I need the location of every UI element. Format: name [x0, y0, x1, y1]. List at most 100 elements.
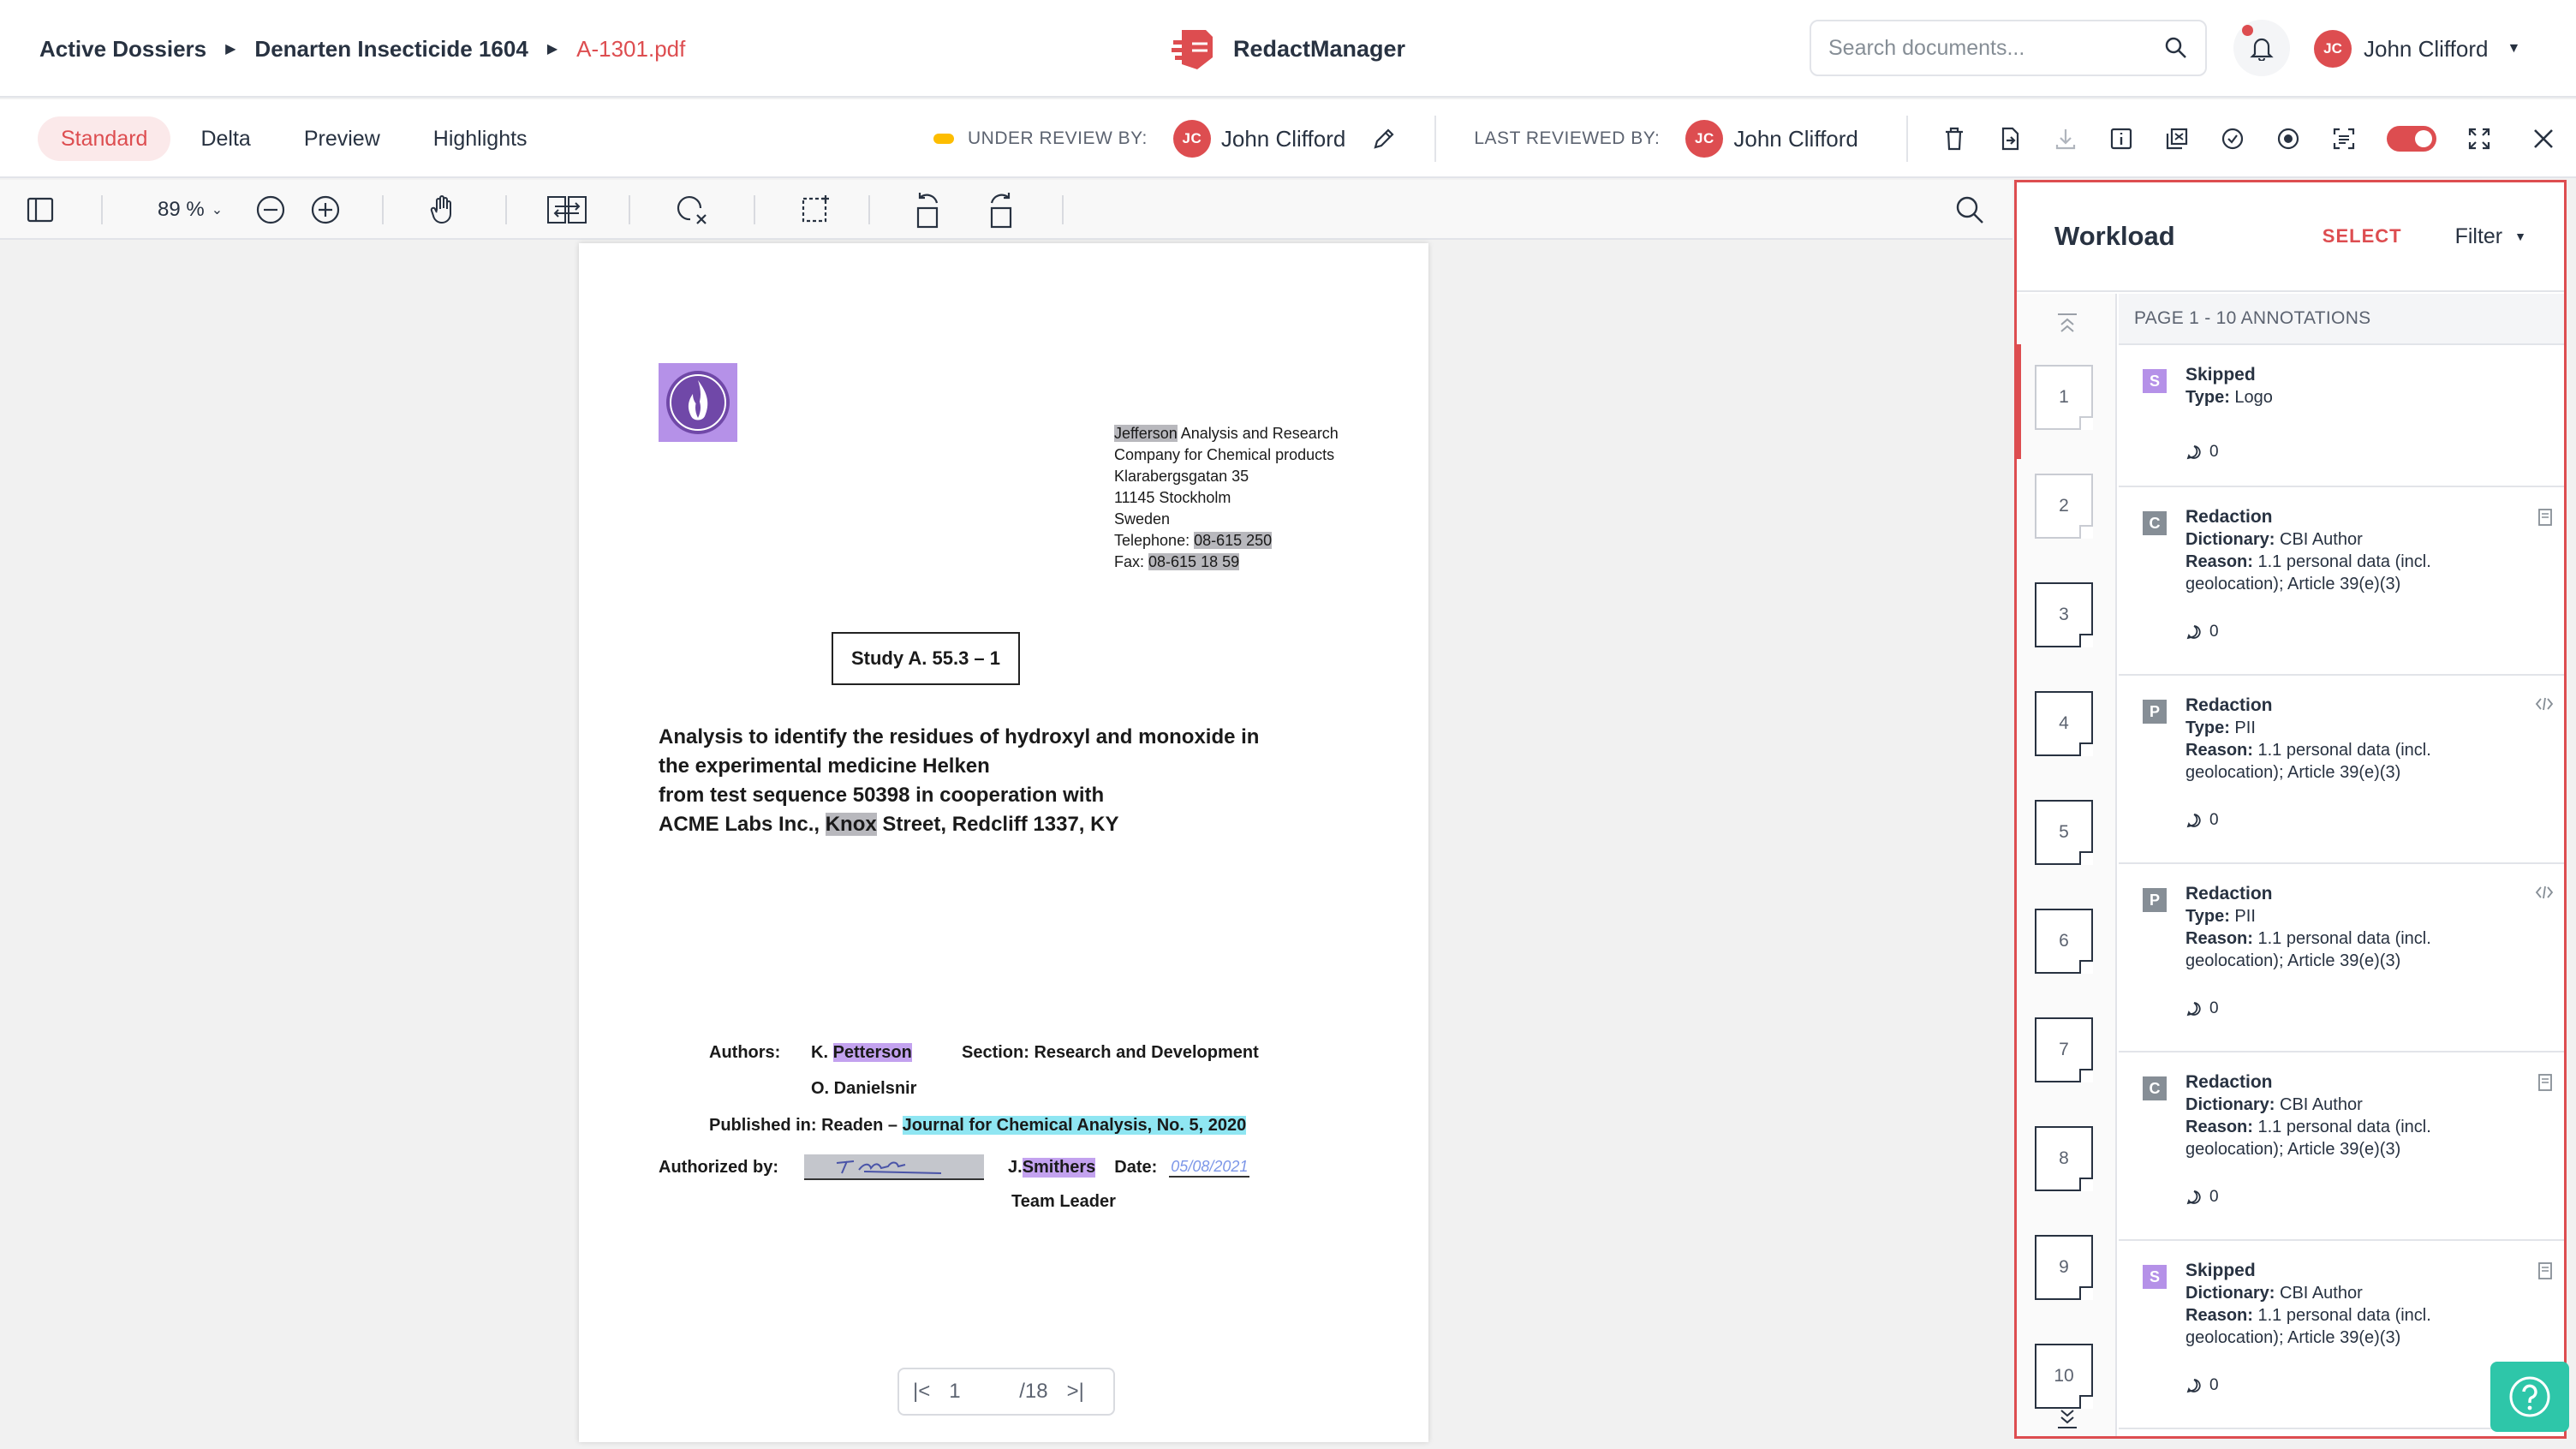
scroll-bottom-icon[interactable] [2054, 1407, 2080, 1433]
notifications-button[interactable] [2233, 20, 2290, 76]
annotation-type-badge: P [2143, 888, 2167, 912]
redaction-telephone[interactable]: 08-615 250 [1194, 532, 1273, 549]
rule-icon[interactable] [2535, 696, 2554, 712]
scroll-top-icon[interactable] [2054, 311, 2080, 337]
page-thumbnail-number: 4 [2059, 713, 2069, 733]
approve-button[interactable] [2215, 121, 2251, 157]
close-button[interactable] [2525, 121, 2561, 157]
page-thumbnail[interactable]: 2 [2035, 474, 2093, 539]
rotate-right-button[interactable] [985, 192, 1016, 229]
tab-highlights[interactable]: Highlights [410, 116, 551, 161]
page-thumbnail[interactable]: 3 [2035, 582, 2093, 647]
comment-icon [2186, 814, 2201, 828]
search-input[interactable]: Search documents... [1810, 20, 2207, 76]
annotation-item[interactable]: P Redaction Type: PII Reason: 1.1 person… [2119, 864, 2564, 1052]
page-thumbnails: 1 2 3 4 5 6 7 8 9 10 [2017, 294, 2117, 1436]
tab-delta[interactable]: Delta [177, 116, 273, 161]
redaction-street-name[interactable]: Knox [825, 813, 877, 836]
flame-logo-icon [666, 371, 730, 434]
zoom-in-button[interactable] [310, 192, 341, 228]
redaction-company-name[interactable]: Jefferson [1114, 425, 1178, 442]
dictionary-icon[interactable] [2537, 1073, 2554, 1092]
comment-count[interactable]: 0 [2185, 623, 2543, 641]
page-thumbnail[interactable]: 7 [2035, 1017, 2093, 1082]
redaction-signature[interactable] [804, 1154, 984, 1180]
page-thumbnail-number: 8 [2059, 1148, 2069, 1168]
annotation-detail: Dictionary: CBI Author [2185, 1282, 2543, 1304]
fullscreen-button[interactable] [2461, 121, 2497, 157]
address-street: Klarabergsgatan 35 [1114, 468, 1249, 485]
last-reviewed-label: LAST REVIEWED BY: [1474, 128, 1661, 148]
search-icon[interactable] [2164, 36, 2188, 60]
page-thumbnail[interactable]: 9 [2035, 1235, 2093, 1300]
page-thumbnail[interactable]: 5 [2035, 800, 2093, 865]
page-thumbnail[interactable]: 10 [2035, 1344, 2093, 1409]
annotation-type-badge: C [2143, 511, 2167, 535]
last-page-icon[interactable]: >| [1067, 1380, 1084, 1404]
annotation-item[interactable]: C Redaction Dictionary: CBI Author Reaso… [2119, 1052, 2564, 1241]
pdf-page[interactable]: Jefferson Analysis and Research Company … [579, 243, 1428, 1442]
zoom-select[interactable]: 89 % ⌄ [158, 192, 223, 228]
breadcrumb-active-dossiers[interactable]: Active Dossiers [39, 36, 206, 63]
redaction-fax[interactable]: 08-615 18 59 [1148, 553, 1240, 570]
skipped-signer-name[interactable]: Smithers [1022, 1157, 1096, 1178]
annotation-type-badge: C [2143, 1076, 2167, 1100]
annotation-item[interactable]: P Redaction Type: PII Reason: 1.1 person… [2119, 676, 2564, 864]
comment-count[interactable]: 0 [2185, 443, 2543, 462]
pan-tool-button[interactable] [428, 192, 459, 228]
tab-standard[interactable]: Standard [38, 116, 171, 161]
download-button[interactable] [2048, 121, 2084, 157]
detail-value: 1.1 personal data (incl. [2252, 552, 2431, 571]
select-button[interactable]: SELECT [2323, 225, 2402, 247]
delete-button[interactable] [1936, 121, 1972, 157]
skipped-author-name[interactable]: Petterson [832, 1043, 912, 1062]
toggle-sidebar-button[interactable] [26, 192, 55, 228]
rectangle-select-button[interactable] [800, 192, 832, 228]
filter-dropdown[interactable]: Filter ▼ [2455, 224, 2526, 249]
help-button[interactable] [2490, 1362, 2569, 1432]
highlight-journal[interactable]: Journal for Chemical Analysis, No. 5, 20… [902, 1116, 1247, 1135]
dictionary-icon[interactable] [2537, 1261, 2554, 1280]
rotate-left-icon [916, 193, 939, 229]
avatar: JC [2314, 30, 2352, 68]
divider [1062, 195, 1064, 224]
rule-icon[interactable] [2535, 885, 2554, 900]
date-value[interactable]: 05/08/2021 [1169, 1158, 1250, 1178]
comment-count[interactable]: 0 [2185, 1188, 2543, 1207]
tab-preview[interactable]: Preview [281, 116, 403, 161]
comment-count[interactable]: 0 [2185, 811, 2543, 830]
page-thumbnail[interactable]: 4 [2035, 691, 2093, 756]
annotation-reason: Reason: 1.1 personal data (incl. [2185, 1116, 2543, 1138]
annotation-list: PAGE 1 - 10 ANNOTATIONS S Skipped Type: … [2119, 294, 2564, 1436]
annotation-item[interactable]: S Skipped Type: Logo 0 [2119, 345, 2564, 487]
page-thumbnail[interactable]: 6 [2035, 909, 2093, 974]
page-fold [2079, 416, 2093, 430]
ocr-button[interactable] [2326, 121, 2362, 157]
page-number-input[interactable]: 1 [949, 1380, 1000, 1404]
document-search-button[interactable] [1954, 192, 1985, 228]
page-thumbnail[interactable]: 1 [2035, 365, 2093, 430]
redactmanager-logo-icon [1172, 30, 1213, 69]
first-page-icon[interactable]: |< [913, 1380, 930, 1404]
document-info-button[interactable] [2103, 121, 2139, 157]
annotation-item[interactable]: C Redaction Dictionary: CBI Author Reaso… [2119, 487, 2564, 676]
redaction-toggle[interactable] [2387, 126, 2436, 152]
export-button[interactable] [1992, 121, 2028, 157]
rotate-left-button[interactable] [913, 192, 944, 229]
annotation-reason-cont: geolocation); Article 39(e)(3) [2185, 951, 2401, 970]
annotation-kind: Skipped [2185, 365, 2256, 385]
compare-button[interactable] [546, 192, 587, 228]
dictionary-icon[interactable] [2537, 508, 2554, 527]
breadcrumb-dossier[interactable]: Denarten Insecticide 1604 [254, 36, 528, 63]
area-search-button[interactable] [675, 192, 709, 228]
pencil-icon[interactable] [1371, 126, 1397, 152]
comment-count[interactable]: 0 [2185, 999, 2543, 1018]
page-thumbnail[interactable]: 8 [2035, 1126, 2093, 1191]
user-menu[interactable]: JC John Clifford ▼ [2314, 0, 2520, 98]
zoom-out-button[interactable] [255, 192, 286, 228]
brand-logo[interactable]: RedactManager [1170, 0, 1405, 98]
company-logo[interactable] [659, 363, 737, 442]
excluded-pages-button[interactable] [2159, 121, 2195, 157]
record-button[interactable] [2270, 121, 2306, 157]
annotation-kind: Redaction [2185, 1072, 2273, 1092]
